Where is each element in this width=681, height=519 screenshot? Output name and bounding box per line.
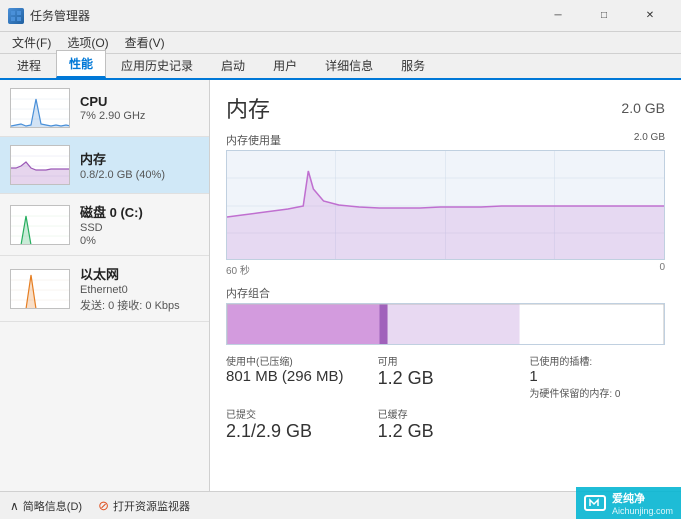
cpu-name: CPU: [80, 94, 199, 109]
tabbar: 进程 性能 应用历史记录 启动 用户 详细信息 服务: [0, 54, 681, 80]
memory-detail: 0.8/2.0 GB (40%): [80, 169, 199, 181]
sidebar-item-network[interactable]: 以太网 Ethernet0 发送: 0 接收: 0 Kbps: [0, 256, 209, 322]
disk-info: 磁盘 0 (C:) SSD 0%: [80, 202, 199, 247]
stats-grid: 使用中(已压缩) 801 MB (296 MB) 可用 1.2 GB 已使用的插…: [226, 353, 665, 442]
network-mini-chart: [10, 269, 70, 309]
chart1-label: 内存使用量 2.0 GB: [226, 132, 665, 148]
memory-name: 内存: [80, 149, 199, 168]
menu-file[interactable]: 文件(F): [4, 32, 59, 53]
time-right: 0: [659, 262, 665, 277]
stat-cached-label: 已缓存: [378, 406, 514, 421]
disk-mini-chart: [10, 205, 70, 245]
network-speed: 发送: 0 接收: 0 Kbps: [80, 297, 199, 313]
stat-committed-value: 2.1/2.9 GB: [226, 421, 362, 442]
panel-header: 内存 2.0 GB: [226, 92, 665, 124]
titlebar: 任务管理器 ─ □ ✕: [0, 0, 681, 32]
tab-history[interactable]: 应用历史记录: [108, 52, 206, 78]
time-left: 60 秒: [226, 262, 250, 277]
main-content: CPU 7% 2.90 GHz 内存 0.8/2.0 GB (40%): [0, 80, 681, 491]
stat-cached-value: 1.2 GB: [378, 421, 514, 442]
monitor-label: 打开资源监视器: [113, 498, 190, 514]
maximize-button[interactable]: □: [581, 0, 627, 32]
tab-details[interactable]: 详细信息: [312, 52, 386, 78]
chart1-time-labels: 60 秒 0: [226, 262, 665, 277]
memory-usage-section: 内存使用量 2.0 GB: [226, 132, 665, 277]
chart1-max: 2.0 GB: [634, 132, 665, 143]
stat-cached: 已缓存 1.2 GB: [378, 406, 514, 442]
stat-committed-label: 已提交: [226, 406, 362, 421]
close-button[interactable]: ✕: [627, 0, 673, 32]
sidebar-item-memory[interactable]: 内存 0.8/2.0 GB (40%): [0, 137, 209, 194]
memory-composition-section: 内存组合: [226, 285, 665, 345]
memory-mini-chart: [10, 145, 70, 185]
disk-type: SSD: [80, 222, 199, 234]
sidebar-item-disk[interactable]: 磁盘 0 (C:) SSD 0%: [0, 194, 209, 256]
tab-users[interactable]: 用户: [260, 52, 310, 78]
stat-slots: 已使用的插槽: 1 为硬件保留的内存: 0: [529, 353, 665, 400]
app-icon: [8, 8, 24, 24]
stat-in-use-label: 使用中(已压缩): [226, 353, 362, 368]
watermark-text: 爱纯净 Aichunjing.com: [612, 490, 673, 516]
stat-committed: 已提交 2.1/2.9 GB: [226, 406, 362, 442]
sidebar-item-cpu[interactable]: CPU 7% 2.90 GHz: [0, 80, 209, 137]
panel-title: 内存: [226, 92, 270, 124]
window-controls: ─ □ ✕: [535, 0, 673, 32]
sidebar: CPU 7% 2.90 GHz 内存 0.8/2.0 GB (40%): [0, 80, 210, 491]
watermark-logo: [584, 495, 606, 511]
resource-monitor-link[interactable]: ⊘ 打开资源监视器: [98, 498, 190, 514]
tab-performance[interactable]: 性能: [56, 50, 106, 78]
memory-composition-chart: [226, 303, 665, 345]
stat-available: 可用 1.2 GB: [378, 353, 514, 400]
panel-total: 2.0 GB: [621, 100, 665, 116]
memory-info: 内存 0.8/2.0 GB (40%): [80, 149, 199, 181]
tab-services[interactable]: 服务: [388, 52, 438, 78]
window-title: 任务管理器: [30, 7, 535, 24]
tab-startup[interactable]: 启动: [208, 52, 258, 78]
stat-in-use: 使用中(已压缩) 801 MB (296 MB): [226, 353, 362, 400]
chart2-label: 内存组合: [226, 285, 665, 301]
stat-hw-reserved-label: 为硬件保留的内存: 0: [529, 385, 665, 400]
stat-slots-label: 已使用的插槽:: [529, 353, 665, 368]
right-panel: 内存 2.0 GB 内存使用量 2.0 GB: [210, 80, 681, 491]
tab-processes[interactable]: 进程: [4, 52, 54, 78]
disk-usage: 0%: [80, 235, 199, 247]
cpu-mini-chart: [10, 88, 70, 128]
chevron-icon: ∧: [10, 499, 19, 513]
cpu-detail: 7% 2.90 GHz: [80, 110, 199, 122]
footer: ∧ 简略信息(D) ⊘ 打开资源监视器 爱纯净 Aichunjing.com: [0, 491, 681, 519]
network-info: 以太网 Ethernet0 发送: 0 接收: 0 Kbps: [80, 264, 199, 313]
stat-slots-value: 1: [529, 368, 665, 385]
cpu-info: CPU 7% 2.90 GHz: [80, 94, 199, 122]
network-name: 以太网: [80, 264, 199, 283]
menu-view[interactable]: 查看(V): [117, 32, 173, 53]
stat-available-label: 可用: [378, 353, 514, 368]
summary-toggle[interactable]: ∧ 简略信息(D): [10, 498, 82, 514]
monitor-icon: ⊘: [98, 498, 109, 514]
summary-label: 简略信息(D): [23, 498, 82, 514]
network-adapter: Ethernet0: [80, 284, 199, 296]
stat-available-value: 1.2 GB: [378, 368, 514, 389]
stat-in-use-value: 801 MB (296 MB): [226, 368, 362, 385]
minimize-button[interactable]: ─: [535, 0, 581, 32]
watermark: 爱纯净 Aichunjing.com: [576, 487, 681, 519]
disk-name: 磁盘 0 (C:): [80, 202, 199, 221]
memory-usage-chart: [226, 150, 665, 260]
